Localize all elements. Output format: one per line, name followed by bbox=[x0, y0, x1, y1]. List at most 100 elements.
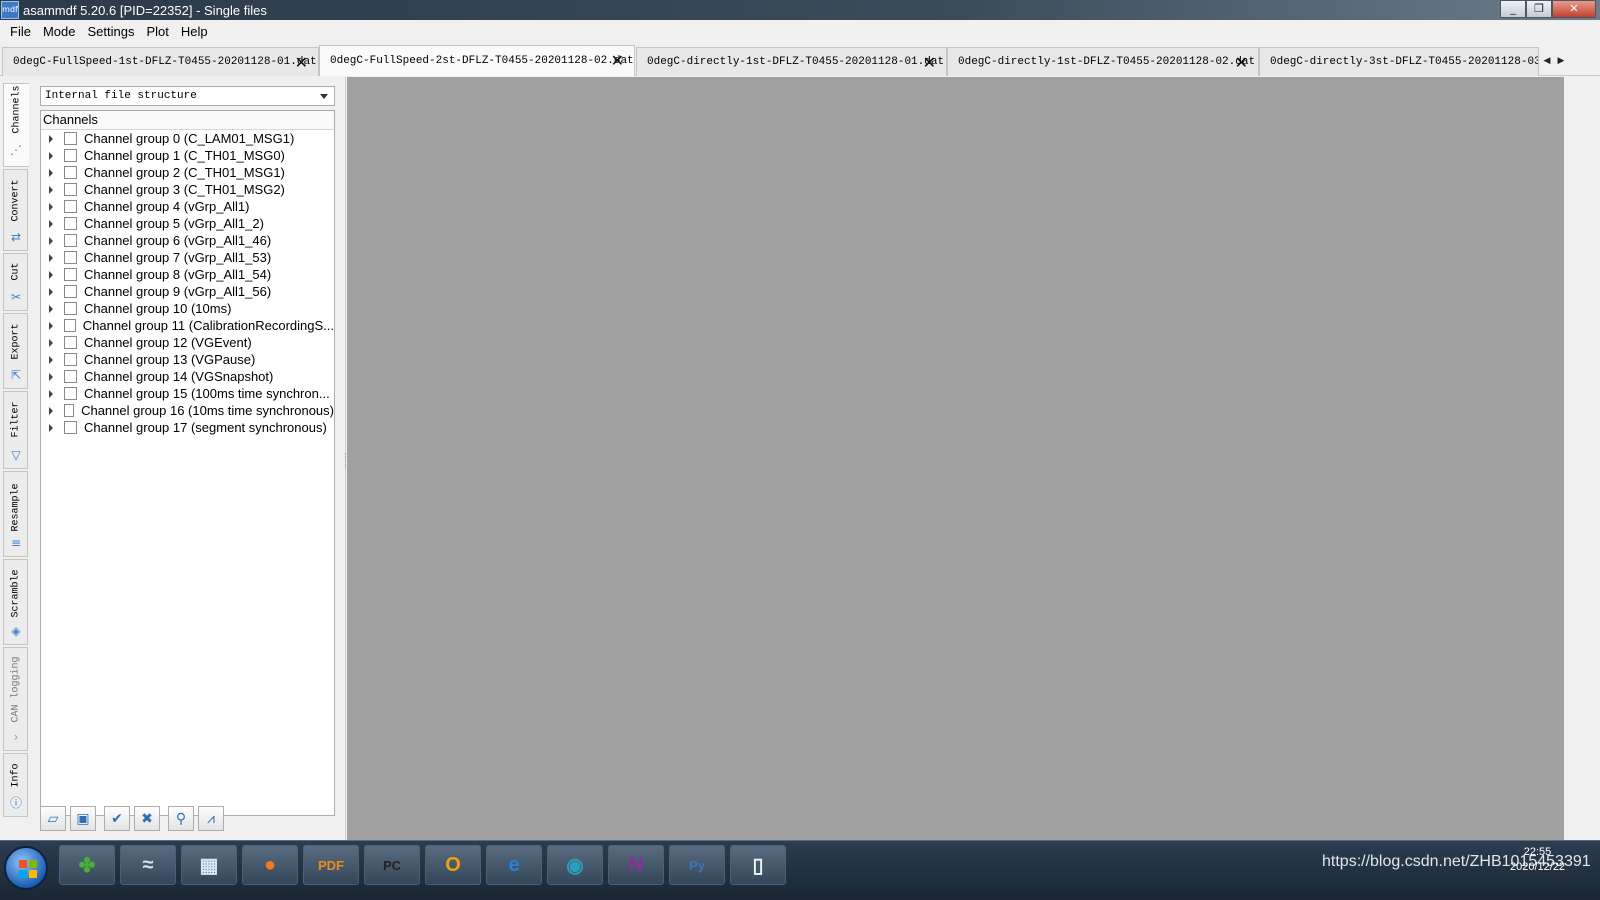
side-tab-channels[interactable]: Channels ⋰ bbox=[3, 83, 30, 167]
group-checkbox[interactable] bbox=[64, 183, 77, 196]
globe-app-icon[interactable]: ◉ bbox=[547, 845, 603, 885]
expand-arrow-icon[interactable] bbox=[49, 151, 53, 160]
group-checkbox[interactable] bbox=[64, 370, 77, 383]
group-checkbox[interactable] bbox=[64, 268, 77, 281]
expand-arrow-icon[interactable] bbox=[49, 219, 53, 228]
file-tab[interactable]: 0degC-directly-1st-DFLZ-T0455-20201128-0… bbox=[636, 47, 947, 76]
expand-arrow-icon[interactable] bbox=[49, 355, 53, 364]
plot-icon[interactable]: ⩘ bbox=[198, 806, 224, 831]
group-checkbox[interactable] bbox=[64, 336, 77, 349]
close-icon[interactable]: ✕ bbox=[295, 53, 308, 72]
channel-view-select[interactable]: Internal file structure bbox=[40, 86, 335, 106]
tree-row[interactable]: Channel group 10 (10ms) bbox=[41, 300, 334, 317]
restore-button[interactable]: ❐ bbox=[1526, 0, 1552, 18]
blank-doc-icon[interactable]: ▯ bbox=[730, 845, 786, 885]
ie-icon[interactable]: e bbox=[486, 845, 542, 885]
tree-row[interactable]: Channel group 15 (100ms time synchron... bbox=[41, 385, 334, 402]
tree-row[interactable]: Channel group 0 (C_LAM01_MSG1) bbox=[41, 130, 334, 147]
menu-settings[interactable]: Settings bbox=[81, 24, 140, 39]
search-icon[interactable]: ⚲ bbox=[168, 806, 194, 831]
side-tab-convert[interactable]: Convert ⇄ bbox=[3, 169, 28, 251]
side-tab-cut[interactable]: Cut ✂ bbox=[3, 253, 28, 311]
tree-row[interactable]: Channel group 5 (vGrp_All1_2) bbox=[41, 215, 334, 232]
file-tab-active[interactable]: 0degC-FullSpeed-2st-DFLZ-T0455-20201128-… bbox=[319, 45, 635, 76]
group-checkbox[interactable] bbox=[64, 149, 77, 162]
menu-mode[interactable]: Mode bbox=[37, 24, 82, 39]
tree-row[interactable]: Channel group 4 (vGrp_All1) bbox=[41, 198, 334, 215]
tree-row[interactable]: Channel group 6 (vGrp_All1_46) bbox=[41, 232, 334, 249]
tree-row[interactable]: Channel group 3 (C_TH01_MSG2) bbox=[41, 181, 334, 198]
tab-scroll-right-icon[interactable]: ▶ bbox=[1554, 50, 1568, 72]
expand-arrow-icon[interactable] bbox=[49, 304, 53, 313]
pycharm-icon[interactable]: PC bbox=[364, 845, 420, 885]
tree-row[interactable]: Channel group 1 (C_TH01_MSG0) bbox=[41, 147, 334, 164]
tree-row[interactable]: Channel group 14 (VGSnapshot) bbox=[41, 368, 334, 385]
group-checkbox[interactable] bbox=[64, 353, 77, 366]
outlook-icon[interactable]: O bbox=[425, 845, 481, 885]
side-tab-filter[interactable]: Filter ▽ bbox=[3, 391, 28, 469]
uncheck-all-icon[interactable]: ✖ bbox=[134, 806, 160, 831]
minimize-button[interactable]: _ bbox=[1500, 0, 1526, 18]
group-checkbox[interactable] bbox=[64, 234, 77, 247]
close-icon[interactable]: ✕ bbox=[923, 53, 936, 72]
folder-open-icon[interactable]: ▱ bbox=[40, 806, 66, 831]
firefox-icon[interactable]: ● bbox=[242, 845, 298, 885]
mdi-area[interactable]: S ? ▾ bbox=[347, 77, 1564, 857]
close-icon[interactable]: ✕ bbox=[611, 51, 624, 70]
expand-arrow-icon[interactable] bbox=[49, 185, 53, 194]
expand-arrow-icon[interactable] bbox=[49, 202, 53, 211]
expand-arrow-icon[interactable] bbox=[49, 321, 53, 330]
expand-arrow-icon[interactable] bbox=[49, 372, 53, 381]
side-tab-export[interactable]: Export ⇱ bbox=[3, 313, 28, 389]
menu-file[interactable]: File bbox=[4, 24, 37, 39]
title-bar[interactable]: mdf asammdf 5.20.6 [PID=22352] - Single … bbox=[0, 0, 1600, 20]
expand-arrow-icon[interactable] bbox=[49, 423, 53, 432]
tree-row[interactable]: Channel group 9 (vGrp_All1_56) bbox=[41, 283, 334, 300]
side-tab-scramble[interactable]: Scramble ◈ bbox=[3, 559, 28, 645]
tab-scroll-left-icon[interactable]: ◀ bbox=[1540, 50, 1554, 72]
tree-row[interactable]: Channel group 16 (10ms time synchronous) bbox=[41, 402, 334, 419]
group-checkbox[interactable] bbox=[64, 200, 77, 213]
file-tab[interactable]: 0degC-directly-3st-DFLZ-T0455-20201128-0… bbox=[1259, 47, 1539, 76]
group-checkbox[interactable] bbox=[64, 387, 77, 400]
side-tab-info[interactable]: Info ⓘ bbox=[3, 753, 28, 817]
expand-arrow-icon[interactable] bbox=[49, 287, 53, 296]
office-app-icon[interactable]: ▦ bbox=[181, 845, 237, 885]
tree-row[interactable]: Channel group 2 (C_TH01_MSG1) bbox=[41, 164, 334, 181]
start-button[interactable] bbox=[4, 846, 48, 890]
expand-arrow-icon[interactable] bbox=[49, 168, 53, 177]
tree-row[interactable]: Channel group 13 (VGPause) bbox=[41, 351, 334, 368]
channel-tree[interactable]: Channels Channel group 0 (C_LAM01_MSG1) … bbox=[40, 110, 335, 816]
file-tab[interactable]: 0degC-directly-1st-DFLZ-T0455-20201128-0… bbox=[947, 47, 1259, 76]
menu-help[interactable]: Help bbox=[175, 24, 214, 39]
tree-row[interactable]: Channel group 11 (CalibrationRecordingS.… bbox=[41, 317, 334, 334]
tree-row[interactable]: Channel group 12 (VGEvent) bbox=[41, 334, 334, 351]
side-tab-resample[interactable]: Resample ≡ bbox=[3, 471, 28, 557]
clock[interactable]: 22:55 2020/12/22 bbox=[1510, 845, 1565, 875]
expand-arrow-icon[interactable] bbox=[49, 406, 53, 415]
expand-arrow-icon[interactable] bbox=[49, 253, 53, 262]
python-icon[interactable]: Py bbox=[669, 845, 725, 885]
group-checkbox[interactable] bbox=[64, 302, 77, 315]
expand-arrow-icon[interactable] bbox=[49, 134, 53, 143]
group-checkbox[interactable] bbox=[64, 319, 76, 332]
group-checkbox[interactable] bbox=[64, 217, 77, 230]
tree-row[interactable]: Channel group 7 (vGrp_All1_53) bbox=[41, 249, 334, 266]
group-checkbox[interactable] bbox=[64, 404, 75, 417]
pdf-app-icon[interactable]: PDF bbox=[303, 845, 359, 885]
group-checkbox[interactable] bbox=[64, 285, 77, 298]
menu-plot[interactable]: Plot bbox=[140, 24, 174, 39]
save-icon[interactable]: ▣ bbox=[70, 806, 96, 831]
close-button[interactable]: ✕ bbox=[1552, 0, 1596, 18]
expand-arrow-icon[interactable] bbox=[49, 236, 53, 245]
measure-app-icon[interactable]: ≈ bbox=[120, 845, 176, 885]
close-icon[interactable]: ✕ bbox=[1235, 53, 1248, 72]
group-checkbox[interactable] bbox=[64, 166, 77, 179]
group-checkbox[interactable] bbox=[64, 132, 77, 145]
expand-arrow-icon[interactable] bbox=[49, 338, 53, 347]
tree-row[interactable]: Channel group 8 (vGrp_All1_54) bbox=[41, 266, 334, 283]
file-tab[interactable]: 0degC-FullSpeed-1st-DFLZ-T0455-20201128-… bbox=[2, 47, 319, 76]
tree-row[interactable]: Channel group 17 (segment synchronous) bbox=[41, 419, 334, 436]
group-checkbox[interactable] bbox=[64, 421, 77, 434]
side-tab-can-logging[interactable]: CAN logging › bbox=[3, 647, 28, 751]
